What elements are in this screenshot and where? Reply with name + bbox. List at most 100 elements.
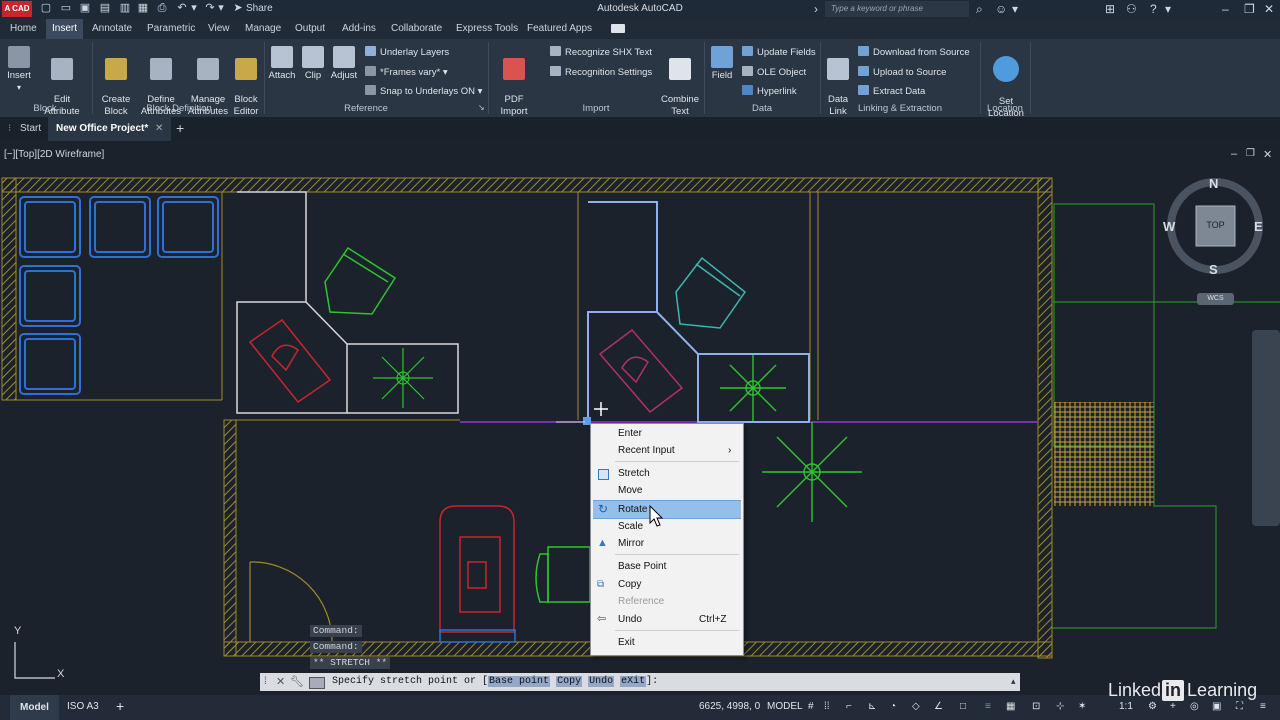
doc-tab-menu-icon[interactable]: ⁝ (8, 123, 11, 134)
new-tab-button[interactable]: + (176, 120, 184, 136)
dynamic-ucs-icon[interactable]: ⊹ (1056, 701, 1064, 712)
search-icon[interactable]: ⌕ (976, 2, 983, 16)
close-tab-icon[interactable]: ✕ (155, 123, 163, 134)
panel-label-block[interactable]: Block (0, 103, 90, 114)
tab-collaborate[interactable]: Collaborate (391, 23, 442, 34)
infer-constraints-icon[interactable]: ⌐ (846, 701, 852, 712)
tab-parametric[interactable]: Parametric (147, 23, 195, 34)
ortho-icon[interactable]: ⊾ (868, 701, 876, 712)
layout-tab-iso-a3[interactable]: ISO A3 (67, 701, 99, 712)
panel-label-data[interactable]: Data (706, 103, 818, 114)
upload-to-source-button[interactable]: Upload to Source (858, 66, 946, 79)
frames-vary-dropdown[interactable]: *Frames vary* ▾ (365, 66, 448, 79)
menu-item-base-point[interactable]: Base Point (591, 558, 743, 575)
cart-icon[interactable]: ⊞ (1105, 2, 1115, 16)
command-close-icon[interactable]: ✕ (276, 675, 285, 688)
insert-button[interactable]: Insert ▾ (4, 46, 34, 94)
reference-settings-icon[interactable]: ↘ (478, 103, 485, 112)
navigation-bar[interactable] (1252, 330, 1280, 526)
panel-label-linking[interactable]: Linking & Extraction (822, 103, 978, 114)
object-snap-icon[interactable]: □ (960, 701, 966, 712)
menu-item-move[interactable]: Move (591, 482, 743, 499)
viewcube-north[interactable]: N (1209, 176, 1218, 191)
extract-data-button[interactable]: Extract Data (858, 85, 925, 98)
workspace-gear-icon[interactable]: ⚙ (1148, 701, 1157, 712)
tab-insert[interactable]: Insert (46, 19, 84, 39)
panel-label-location[interactable]: Location (982, 103, 1028, 114)
command-prompt[interactable]: Specify stretch point or [Base point Cop… (332, 676, 658, 687)
help-dropdown-icon[interactable]: ▾ (1165, 2, 1171, 16)
tab-featured-apps[interactable]: Featured Apps (527, 23, 592, 34)
recognition-settings-button[interactable]: Recognition Settings (550, 66, 652, 79)
option-copy[interactable]: Copy (556, 676, 583, 687)
ribbon-toggle-icon[interactable] (611, 24, 625, 33)
menu-item-stretch[interactable]: Stretch (591, 465, 743, 482)
tab-annotate[interactable]: Annotate (92, 23, 132, 34)
grid-icon[interactable]: # (808, 701, 814, 712)
selection-cycling-icon[interactable]: ⊡ (1032, 701, 1040, 712)
menu-item-enter[interactable]: Enter (591, 425, 743, 442)
annotation-scale[interactable]: 1:1 (1119, 701, 1133, 712)
user-dropdown-icon[interactable]: ▾ (1012, 2, 1018, 16)
ole-object-button[interactable]: OLE Object (742, 66, 806, 79)
isodraft-icon[interactable]: ◇ (912, 701, 920, 712)
panel-label-block-definition[interactable]: Block Definition (95, 103, 263, 114)
tab-manage[interactable]: Manage (245, 23, 281, 34)
restore-icon[interactable]: ❐ (1244, 2, 1255, 16)
customization-icon[interactable]: ≡ (1260, 701, 1266, 712)
annotation-visibility-icon[interactable]: ✶ (1078, 701, 1086, 712)
underlay-layers-button[interactable]: Underlay Layers (365, 46, 449, 59)
tab-home[interactable]: Home (10, 23, 37, 34)
command-line-grip-icon[interactable]: ⁞ (264, 676, 267, 687)
viewcube-top-label[interactable]: TOP (1196, 220, 1235, 230)
command-customize-icon[interactable]: 🔧︎ (290, 675, 304, 688)
menu-item-rotate[interactable]: ↻ Rotate (593, 500, 741, 519)
viewcube-west[interactable]: W (1163, 219, 1175, 234)
model-tab[interactable]: Model (10, 695, 59, 720)
menu-item-recent-input[interactable]: Recent Input › (591, 442, 743, 459)
isolate-objects-icon[interactable]: ◎ (1190, 701, 1199, 712)
menu-item-copy[interactable]: ⧉ Copy (591, 576, 743, 593)
tab-express-tools[interactable]: Express Tools (456, 23, 518, 34)
viewcube-east[interactable]: E (1254, 219, 1263, 234)
object-snap-tracking-icon[interactable]: ∠ (934, 701, 943, 712)
option-undo[interactable]: Undo (588, 676, 615, 687)
viewcube-south[interactable]: S (1209, 262, 1218, 277)
command-history-toggle-icon[interactable]: ▴ (1011, 676, 1016, 687)
tab-add-ins[interactable]: Add-ins (342, 23, 376, 34)
menu-item-reference[interactable]: Reference (591, 593, 743, 610)
panel-label-import[interactable]: Import (490, 103, 702, 114)
option-base-point[interactable]: Base point (488, 676, 551, 687)
tab-view[interactable]: View (208, 23, 230, 34)
recognize-shx-text-button[interactable]: Recognize SHX Text (550, 46, 652, 59)
clip-button[interactable]: Clip (300, 46, 326, 82)
search-input[interactable]: Type a keyword or phrase (825, 1, 969, 17)
minimize-icon[interactable]: – (1222, 2, 1229, 16)
lineweight-icon[interactable]: ≡ (985, 701, 991, 712)
model-space-toggle[interactable]: MODEL (767, 701, 803, 712)
add-layout-button[interactable]: + (116, 698, 124, 714)
snap-to-underlays-dropdown[interactable]: Snap to Underlays ON ▾ (365, 85, 482, 98)
update-fields-button[interactable]: Update Fields (742, 46, 816, 59)
field-button[interactable]: Field (708, 46, 736, 82)
search-arrow-icon[interactable]: › (814, 2, 818, 16)
hyperlink-button[interactable]: Hyperlink (742, 85, 797, 98)
wcs-menu[interactable]: WCS (1197, 293, 1234, 305)
network-icon[interactable]: ⚇ (1126, 2, 1137, 16)
menu-item-mirror[interactable]: ▲ Mirror (591, 535, 743, 552)
user-icon[interactable]: ☺ (995, 2, 1007, 16)
polar-tracking-icon[interactable]: ◔ (890, 701, 896, 712)
menu-item-exit[interactable]: Exit (591, 634, 743, 651)
clean-screen-icon[interactable]: ⛶ (1236, 701, 1243, 712)
menu-item-undo[interactable]: ⇦ Undo Ctrl+Z (591, 611, 743, 628)
adjust-button[interactable]: Adjust (328, 46, 360, 82)
doc-tab-start[interactable]: Start (20, 123, 41, 134)
menu-item-scale[interactable]: Scale (591, 518, 743, 535)
close-icon[interactable]: ✕ (1264, 2, 1274, 16)
help-icon[interactable]: ? (1150, 2, 1157, 16)
annotation-monitor-icon[interactable]: + (1170, 701, 1176, 712)
panel-label-reference[interactable]: Reference (266, 103, 466, 114)
attach-button[interactable]: Attach (266, 46, 298, 82)
download-from-source-button[interactable]: Download from Source (858, 46, 970, 59)
transparency-icon[interactable]: ▦ (1006, 701, 1015, 712)
